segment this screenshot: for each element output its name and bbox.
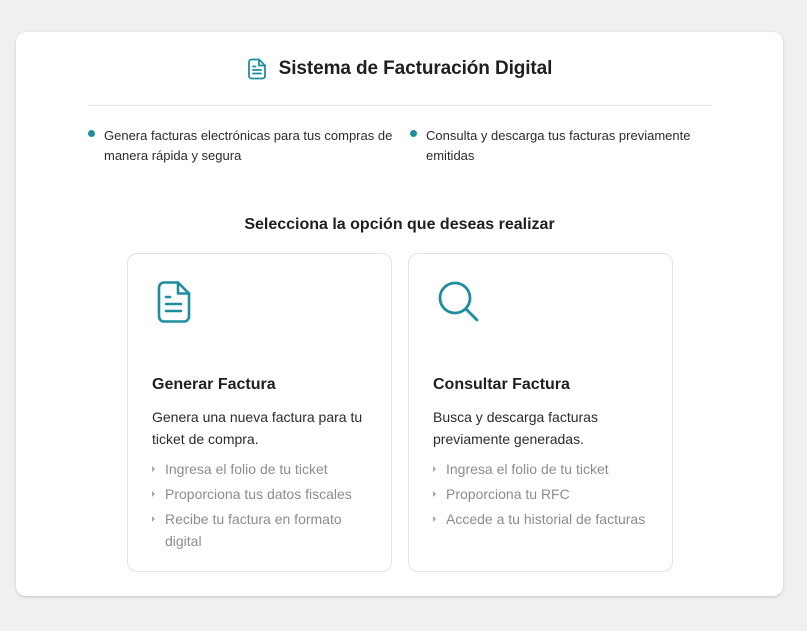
- feature-item-consult: Consulta y descarga tus facturas previam…: [410, 126, 712, 166]
- section-subtitle: Selecciona la opción que deseas realizar: [244, 216, 555, 233]
- page-title: Sistema de Facturación Digital: [278, 58, 553, 79]
- list-item: Proporciona tu RFC: [433, 483, 653, 505]
- option-title: Consultar Factura: [433, 376, 570, 393]
- list-item: Ingresa el folio de tu ticket: [433, 458, 653, 480]
- option-description: Genera una nueva factura para tu ticket …: [152, 409, 363, 447]
- header-divider: [88, 105, 712, 106]
- feature-item-generate: Genera facturas electrónicas para tus co…: [88, 126, 410, 166]
- feature-list: Genera facturas electrónicas para tus co…: [88, 126, 712, 166]
- option-title: Generar Factura: [152, 376, 276, 393]
- document-icon: [156, 280, 194, 329]
- main-card: Sistema de Facturación Digital Genera fa…: [16, 32, 783, 596]
- list-item: Accede a tu historial de facturas: [433, 508, 653, 530]
- search-icon: [437, 280, 481, 329]
- feature-text: Consulta y descarga tus facturas previam…: [426, 128, 691, 163]
- bullet-dot-icon: [410, 130, 417, 137]
- option-steps-list: Ingresa el folio de tu ticket Proporcion…: [152, 458, 372, 555]
- bullet-dot-icon: [88, 130, 95, 137]
- option-steps-list: Ingresa el folio de tu ticket Proporcion…: [433, 458, 653, 533]
- option-description: Busca y descarga facturas previamente ge…: [433, 409, 598, 447]
- feature-text: Genera facturas electrónicas para tus co…: [104, 128, 393, 163]
- document-icon: [247, 58, 267, 80]
- page-header: Sistema de Facturación Digital: [16, 58, 783, 80]
- consult-invoice-card[interactable]: Consultar Factura Busca y descarga factu…: [408, 253, 673, 572]
- generate-invoice-card[interactable]: Generar Factura Genera una nueva factura…: [127, 253, 392, 572]
- list-item: Proporciona tus datos fiscales: [152, 483, 372, 505]
- list-item: Ingresa el folio de tu ticket: [152, 458, 372, 480]
- list-item: Recibe tu factura en formato digital: [152, 508, 372, 552]
